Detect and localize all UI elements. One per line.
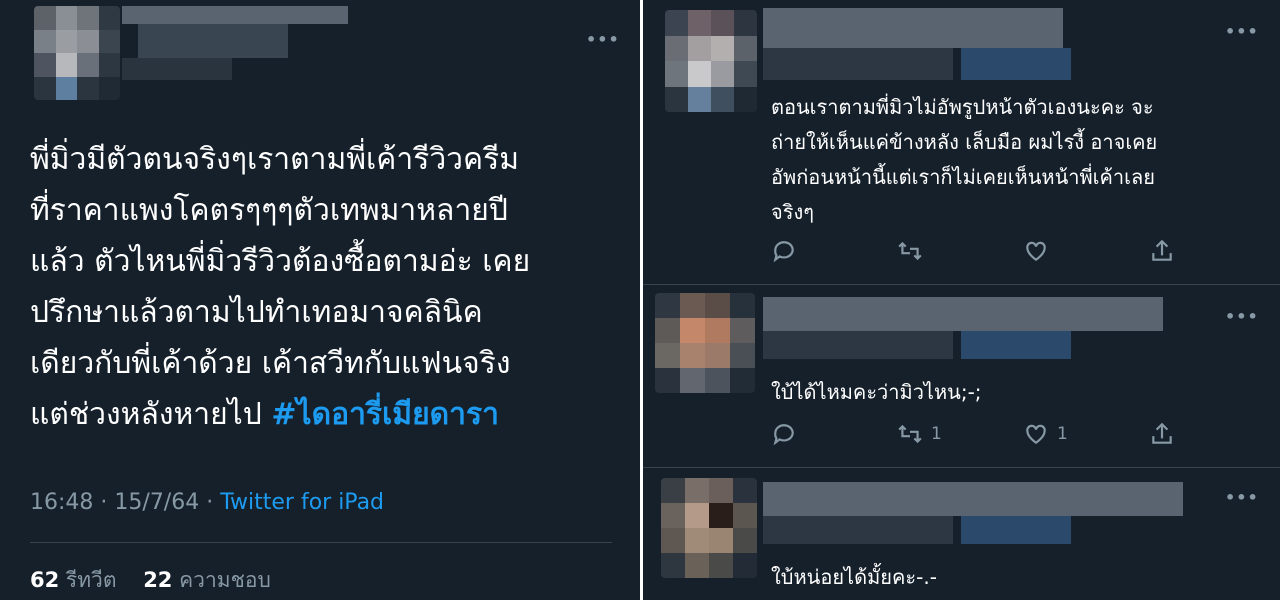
more-dots-icon[interactable]: •••: [1225, 309, 1259, 325]
divider: [30, 542, 612, 543]
reply-text-line: ตอนเราตามพี่มิวไม่อัพรูปหน้าตัวเองนะคะ จ…: [771, 95, 1154, 119]
tweet-text-line: เดียวกับพี่เค้าด้วย เค้าสวีทกับแฟนจริง: [30, 346, 511, 381]
avatar[interactable]: [661, 478, 757, 578]
like-count: 22: [143, 568, 173, 592]
share-button[interactable]: [1149, 238, 1175, 264]
blurred-display-name: [763, 482, 1183, 516]
retweet-icon: [898, 241, 922, 261]
more-dots-icon[interactable]: •••: [1225, 24, 1259, 40]
reply-text: ใบ้หน่อยได้มั้ยคะ-.-: [771, 560, 1261, 595]
blurred-display-name: [122, 6, 348, 24]
heart-icon: [1026, 424, 1046, 444]
reply-tweet[interactable]: ••• ตอนเราตามพี่มิวไม่อัพรูปหน้าตัวเองนะ…: [643, 0, 1280, 284]
retweet-count: 62: [30, 568, 60, 592]
retweet-label: รีทวีต: [65, 568, 117, 592]
blurred-username: [763, 516, 953, 544]
reply-text-line: ถ่ายให้เห็นแค่ข้างหลัง เล็บมือ ผมไรงี้ อ…: [771, 130, 1158, 154]
meta-separator: ·: [206, 490, 214, 515]
reply-text-line: ใบ้ได้ไหมคะว่ามิวไหน;-;: [771, 380, 982, 404]
blurred-mention: [961, 331, 1071, 359]
comment-icon: [773, 424, 794, 446]
tweet-text-line: แต่ช่วงหลังหายไป: [30, 397, 272, 432]
hashtag-link[interactable]: #ไดอารี่เมียดารา: [271, 397, 499, 432]
tweet-source-link[interactable]: Twitter for iPad: [220, 490, 384, 515]
like-label: ความชอบ: [179, 568, 271, 592]
retweet-button[interactable]: [897, 238, 931, 264]
blurred-mention: [961, 48, 1071, 80]
retweets-stat[interactable]: 62 รีทวีต: [30, 568, 116, 592]
blurred-username: [763, 48, 953, 80]
replies-panel: ••• ตอนเราตามพี่มิวไม่อัพรูปหน้าตัวเองนะ…: [643, 0, 1280, 600]
tweet-stats: 62 รีทวีต 22 ความชอบ: [30, 564, 271, 597]
tweet-text-line: ปรึกษาแล้วตามไปทำเทอมาจคลินิค: [30, 295, 483, 330]
share-button[interactable]: [1149, 421, 1175, 447]
like-count: 1: [1057, 424, 1068, 444]
reply-text: ใบ้ได้ไหมคะว่ามิวไหน;-;: [771, 375, 1261, 410]
likes-stat[interactable]: 22 ความชอบ: [143, 568, 271, 592]
blurred-mention: [961, 516, 1071, 544]
more-dots-icon[interactable]: •••: [586, 32, 620, 48]
more-dots-icon[interactable]: •••: [1225, 490, 1259, 506]
reply-button[interactable]: [771, 421, 797, 447]
reply-button[interactable]: [771, 238, 797, 264]
retweet-icon: [898, 424, 922, 444]
blurred-username: [763, 331, 953, 359]
tweet-text-line: ที่ราคาแพงโคตรๆๆๆตัวเทพมาหลายปี: [30, 193, 508, 228]
tweet-meta: 16:48 · 15/7/64 · Twitter for iPad: [30, 490, 384, 515]
like-button[interactable]: [1023, 238, 1057, 264]
avatar[interactable]: [665, 10, 757, 112]
tweet-text-line: พี่มิ่วมีตัวตนจริงๆเราตามพี่เค้ารีวิวครี…: [30, 142, 519, 177]
tweet-text-line: แล้ว ตัวไหนพี่มิ่วรีวิวต้องซื้อตามอ่ะ เค…: [30, 244, 531, 279]
tweet-time: 16:48: [30, 490, 94, 515]
tweet-date[interactable]: 15/7/64: [114, 490, 199, 515]
share-icon: [1152, 239, 1172, 261]
comment-icon: [773, 241, 794, 263]
reply-tweet[interactable]: ••• ใบ้ได้ไหมคะว่ามิวไหน;-; 1 1: [643, 285, 1280, 467]
reply-tweet[interactable]: ••• ใบ้หน่อยได้มั้ยคะ-.-: [643, 468, 1280, 600]
blurred-username: [138, 24, 288, 58]
reply-actions: [771, 238, 1191, 268]
like-button[interactable]: 1: [1023, 421, 1068, 447]
reply-text-line: อัพก่อนหน้านี้แต่เราก็ไม่เคยเห็นหน้าพี่เ…: [771, 165, 1155, 189]
tweet-text-line-last: แต่ช่วงหลังหายไป #ไดอารี่เมียดารา: [30, 389, 620, 440]
heart-icon: [1026, 241, 1046, 261]
retweet-button[interactable]: 1: [897, 421, 942, 447]
main-tweet-panel: ••• พี่มิ่วมีตัวตนจริงๆเราตามพี่เค้ารีวิ…: [0, 0, 640, 600]
reply-text-line: ใบ้หน่อยได้มั้ยคะ-.-: [771, 565, 937, 589]
tweet-text: พี่มิ่วมีตัวตนจริงๆเราตามพี่เค้ารีวิวครี…: [30, 134, 620, 440]
share-icon: [1152, 422, 1172, 444]
reply-text: ตอนเราตามพี่มิวไม่อัพรูปหน้าตัวเองนะคะ จ…: [771, 90, 1261, 230]
blurred-display-name: [763, 297, 1163, 331]
retweet-count: 1: [931, 424, 942, 444]
reply-actions: 1 1: [771, 421, 1191, 451]
avatar[interactable]: [34, 6, 120, 100]
meta-separator: ·: [100, 490, 108, 515]
avatar[interactable]: [655, 293, 755, 393]
blurred-username: [122, 58, 232, 80]
blurred-display-name: [763, 8, 1063, 48]
reply-text-line: จริงๆ: [771, 200, 814, 224]
